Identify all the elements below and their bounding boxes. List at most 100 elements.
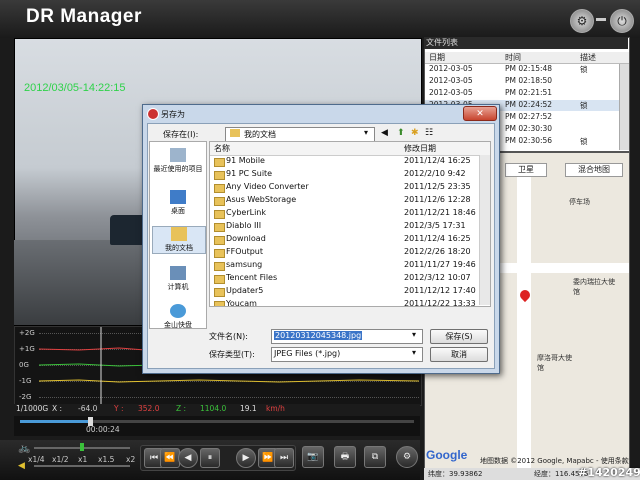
column-name[interactable]: 名称	[214, 143, 230, 154]
place-recent[interactable]: 最近使用的项目	[152, 148, 204, 174]
play-icon[interactable]: ▶	[236, 448, 256, 468]
speed-handle[interactable]	[80, 443, 84, 451]
filetype-select[interactable]: JPEG Files (*.jpg) ▾	[271, 347, 423, 362]
file-date: 2011/12/22 13:33	[404, 299, 476, 307]
speed-normal[interactable]: x1	[78, 455, 87, 464]
place-desktop[interactable]: 桌面	[152, 190, 204, 216]
back-icon[interactable]: ◀	[381, 128, 393, 140]
speed-double[interactable]: x2	[126, 455, 135, 464]
file-row[interactable]: Any Video Converter 2011/12/5 23:35	[210, 182, 478, 195]
file-date: 2011/12/5 23:35	[404, 182, 471, 191]
settings-gear-icon[interactable]: ⚙	[396, 446, 418, 468]
save-button[interactable]: 保存(S)	[430, 329, 488, 344]
filename-input[interactable]: 20120312045348.jpg ▾	[271, 329, 423, 344]
column-date[interactable]: 修改日期	[404, 143, 436, 154]
folder-icon	[214, 184, 225, 193]
file-date: 2011/11/27 19:46	[404, 260, 476, 269]
file-row[interactable]: Download 2011/12/4 16:25	[210, 234, 478, 247]
bike-icon: 🚲	[18, 443, 31, 454]
print-icon[interactable]: 🖶	[334, 446, 356, 468]
view-menu-icon[interactable]: ☷	[425, 128, 437, 140]
speed-half[interactable]: x1/2	[52, 455, 69, 464]
folder-icon	[214, 210, 225, 219]
place-label: 计算机	[167, 283, 189, 291]
file-row[interactable]: 91 PC Suite 2012/2/10 9:42	[210, 169, 478, 182]
file-name: Youcam	[226, 299, 257, 307]
file-row[interactable]: 91 Mobile 2011/12/4 16:25	[210, 156, 478, 169]
z-label: Z :	[176, 404, 187, 413]
graph-label: -2G	[19, 393, 32, 401]
row-time: PM 02:30:30	[505, 124, 553, 133]
filetype-value: JPEG Files (*.jpg)	[274, 349, 341, 358]
volume-slider[interactable]	[34, 465, 130, 467]
x-value: -64.0	[78, 404, 98, 413]
place-kuaipan[interactable]: 金山快盘	[152, 304, 204, 330]
pause-icon[interactable]: ⏸	[200, 448, 220, 468]
camera-icon[interactable]: 📷	[302, 446, 324, 468]
x-label: X :	[52, 404, 63, 413]
header-date: 日期	[429, 53, 445, 62]
speed-quarter[interactable]: x1/4	[28, 455, 45, 464]
file-row[interactable]: Tencent Files 2012/3/12 10:07	[210, 273, 478, 286]
close-icon[interactable]: ✕	[463, 106, 497, 121]
save-in-select[interactable]: 我的文档 ▾	[225, 127, 375, 142]
place-documents[interactable]: 我的文档	[152, 226, 206, 254]
file-row[interactable]: Asus WebStorage 2011/12/6 12:28	[210, 195, 478, 208]
file-browser[interactable]: 名称 修改日期 91 Mobile 2011/12/4 16:25 91 PC S…	[209, 141, 491, 307]
file-row[interactable]: Updater5 2011/12/12 17:40	[210, 286, 478, 299]
file-name: 91 Mobile	[226, 156, 265, 165]
file-date: 2012/3/12 10:07	[404, 273, 471, 282]
map-label-venezuela-embassy: 委内瑞拉大使馆	[573, 278, 615, 296]
chevron-down-icon[interactable]: ▾	[412, 330, 416, 339]
cancel-button[interactable]: 取消	[430, 347, 488, 362]
up-folder-icon[interactable]: ⬆	[397, 128, 409, 140]
y-label: Y :	[114, 404, 124, 413]
places-bar: 最近使用的项目 桌面 我的文档 计算机 金山快盘	[149, 141, 207, 329]
file-list-row[interactable]: 2012-03-05 PM 02:21:51	[425, 88, 629, 99]
file-list-row[interactable]: 2012-03-05 PM 02:15:48 锁	[425, 64, 629, 75]
timeline-slider[interactable]	[14, 416, 420, 436]
folder-icon	[214, 249, 225, 258]
place-label: 金山快盘	[164, 321, 192, 329]
filetype-label: 保存类型(T):	[209, 350, 255, 359]
new-folder-icon[interactable]: ✱	[411, 128, 423, 140]
z-value: 1104.0	[200, 404, 227, 413]
file-row[interactable]: Diablo III 2012/3/5 17:31	[210, 221, 478, 234]
speed-unit: km/h	[266, 404, 285, 413]
map-tab-satellite[interactable]: 卫星	[505, 163, 547, 177]
file-list-scrollbar[interactable]	[619, 64, 629, 150]
dialog-titlebar[interactable]	[143, 105, 499, 123]
row-time: PM 02:27:52	[505, 112, 553, 121]
power-icon[interactable]: ⏻	[610, 9, 634, 33]
copy-icon[interactable]: ⧉	[364, 446, 386, 468]
latitude-readout: 纬度：39.93862	[428, 470, 483, 478]
volume-icon[interactable]: ◀	[18, 461, 25, 471]
chevron-down-icon: ▾	[364, 128, 369, 137]
row-time: PM 02:24:52	[505, 100, 553, 109]
video-timestamp: 2012/03/05-14:22:15	[24, 82, 126, 94]
playback-time: 00:00:24	[86, 425, 120, 434]
file-list-header: 日期 时间 描述	[425, 52, 629, 64]
prev-frame-icon[interactable]: ◀	[178, 448, 198, 468]
skip-end-icon[interactable]: ⏭	[274, 448, 294, 468]
file-browser-scrollbar[interactable]	[479, 155, 490, 305]
file-name: CyberLink	[226, 208, 266, 217]
map-tab-hybrid[interactable]: 混合地图	[565, 163, 623, 177]
gear-icon[interactable]: ⚙	[570, 9, 594, 33]
file-date: 2011/12/4 16:25	[404, 156, 471, 165]
file-row[interactable]: FFOutput 2012/2/26 18:20	[210, 247, 478, 260]
documents-icon	[171, 227, 187, 241]
computer-icon	[170, 266, 186, 280]
map-footer: 地图数据 ©2012 Google, Mapabc - 使用条款	[480, 457, 629, 465]
place-computer[interactable]: 计算机	[152, 266, 204, 292]
speed-one-half[interactable]: x1.5	[98, 455, 114, 464]
file-row[interactable]: samsung 2011/11/27 19:46	[210, 260, 478, 273]
file-list-row[interactable]: 2012-03-05 PM 02:18:50	[425, 76, 629, 87]
row-time: PM 02:15:48	[505, 64, 553, 73]
dialog-app-icon	[147, 108, 159, 120]
graph-scale: 1/1000G	[16, 404, 49, 413]
file-name: 91 PC Suite	[226, 169, 273, 178]
file-row[interactable]: CyberLink 2011/12/21 18:46	[210, 208, 478, 221]
file-row[interactable]: Youcam 2011/12/22 13:33	[210, 299, 478, 307]
rewind-icon[interactable]: ⏪	[160, 448, 180, 468]
